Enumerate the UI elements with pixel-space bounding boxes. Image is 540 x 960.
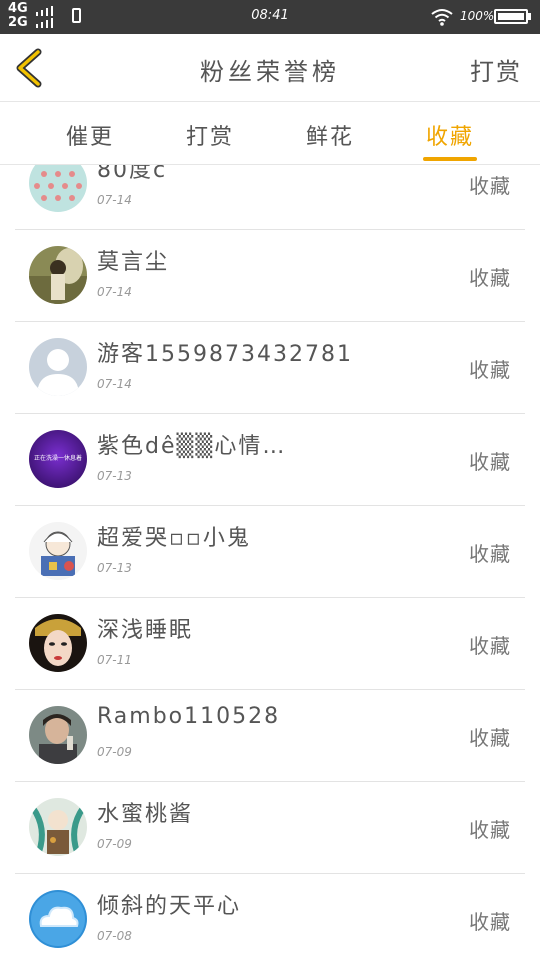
user-name: 紫色dê▒▒心情… — [97, 434, 287, 459]
list-item[interactable]: 正在洗澡一休息着 紫色dê▒▒心情… 07-13 收藏 — [15, 414, 525, 506]
list-item[interactable]: 80度c 07-14 收藏 — [15, 165, 525, 230]
tab-bar: 催更 打赏 鲜花 收藏 — [0, 102, 540, 165]
battery-tip — [528, 13, 531, 20]
avatar — [29, 165, 87, 212]
list-item[interactable]: 游客1559873432781 07-14 收藏 — [15, 322, 525, 414]
user-name: 莫言尘 — [97, 250, 170, 275]
tab-favorites[interactable]: 收藏 — [390, 119, 510, 151]
avatar — [29, 798, 87, 856]
action-label: 收藏 — [469, 542, 511, 566]
list-item[interactable]: Rambo110528 07-09 收藏 — [15, 690, 525, 782]
default-avatar-icon — [29, 338, 87, 396]
user-name: Rambo110528 — [97, 704, 281, 729]
reward-button[interactable]: 打赏 — [470, 52, 522, 87]
action-label: 收藏 — [469, 726, 511, 750]
tab-reward[interactable]: 打赏 — [150, 119, 270, 151]
battery-icon — [494, 9, 528, 24]
nav-header: 粉丝荣誉榜 打赏 — [0, 34, 540, 102]
user-name: 游客1559873432781 — [97, 342, 353, 367]
action-label: 收藏 — [469, 450, 511, 474]
battery-percent: 100% — [460, 9, 495, 23]
user-name: 深浅睡眠 — [97, 618, 194, 643]
wifi-icon — [431, 9, 453, 26]
action-label: 收藏 — [469, 818, 511, 842]
favorite-date: 07-11 — [97, 653, 132, 667]
clock: 08:41 — [251, 8, 289, 23]
favorite-date: 07-13 — [97, 561, 132, 575]
active-tab-indicator — [423, 157, 477, 161]
list-item[interactable]: 莫言尘 07-14 收藏 — [15, 230, 525, 322]
favorite-date: 07-13 — [97, 469, 132, 483]
action-label: 收藏 — [469, 266, 511, 290]
avatar — [29, 890, 87, 948]
favorite-date: 07-14 — [97, 193, 132, 207]
user-name: 超爱哭▫▫小鬼 — [97, 526, 251, 551]
list-item[interactable]: 超爱哭▫▫小鬼 07-13 收藏 — [15, 506, 525, 598]
action-label: 收藏 — [469, 358, 511, 382]
favorite-date: 07-14 — [97, 377, 132, 391]
avatar: 正在洗澡一休息着 — [29, 430, 87, 488]
fan-list[interactable]: 80度c 07-14 收藏 莫言尘 07-14 收藏 游客15598734327… — [0, 165, 540, 960]
avatar — [29, 522, 87, 580]
list-item[interactable]: 倾斜的天平心 07-08 收藏 — [15, 874, 525, 960]
user-name: 80度c — [97, 165, 168, 183]
action-label: 收藏 — [469, 910, 511, 934]
action-label: 收藏 — [469, 174, 511, 198]
avatar — [29, 614, 87, 672]
favorite-date: 07-08 — [97, 929, 132, 943]
tab-flowers[interactable]: 鲜花 — [270, 119, 390, 151]
favorite-date: 07-09 — [97, 837, 132, 851]
action-label: 收藏 — [469, 634, 511, 658]
status-bar: 4G 2G 08:41 100% — [0, 0, 540, 34]
page-title: 粉丝荣誉榜 — [200, 58, 340, 86]
avatar — [29, 246, 87, 304]
avatar — [29, 706, 87, 764]
favorite-date: 07-14 — [97, 285, 132, 299]
list-item[interactable]: 水蜜桃酱 07-09 收藏 — [15, 782, 525, 874]
favorite-date: 07-09 — [97, 745, 132, 759]
user-name: 倾斜的天平心 — [97, 894, 242, 919]
list-item[interactable]: 深浅睡眠 07-11 收藏 — [15, 598, 525, 690]
avatar-caption: 正在洗澡一休息着 — [33, 455, 82, 462]
user-name: 水蜜桃酱 — [97, 802, 194, 827]
tab-urge-update[interactable]: 催更 — [30, 119, 150, 151]
